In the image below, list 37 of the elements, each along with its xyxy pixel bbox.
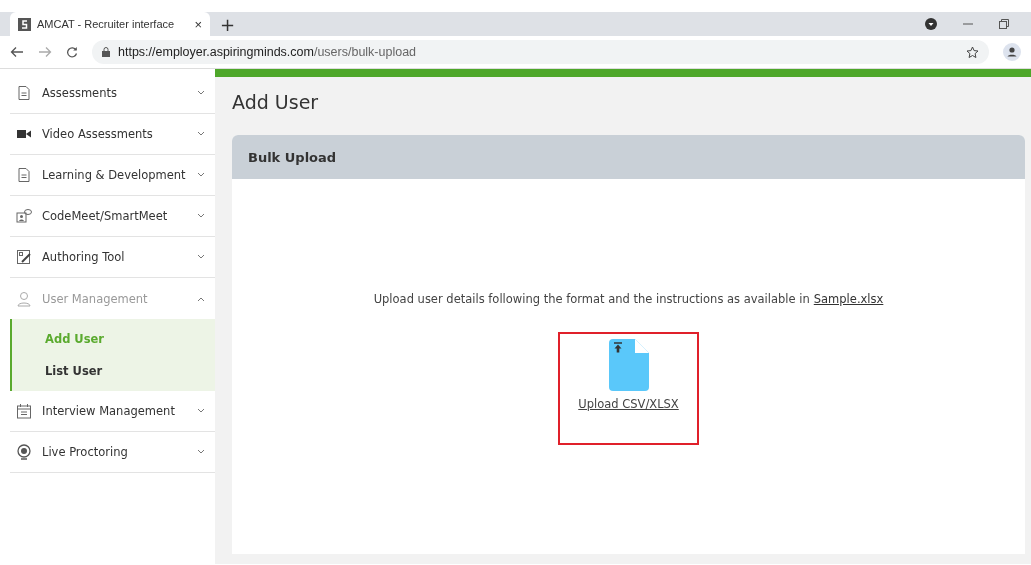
- document-icon: [16, 85, 32, 101]
- user-icon: [16, 290, 32, 307]
- url-text: https://employer.aspiringminds.com/users/bulk-upload: [118, 45, 417, 59]
- restore-icon[interactable]: [999, 19, 1009, 29]
- chevron-up-icon: [197, 295, 205, 302]
- new-tab-button[interactable]: +: [210, 12, 246, 36]
- chevron-down-icon: [197, 254, 205, 260]
- upload-link[interactable]: Upload CSV/XLSX: [578, 397, 679, 411]
- extension-icon[interactable]: [925, 18, 937, 30]
- panel-header: Bulk Upload: [232, 135, 1025, 179]
- close-tab-button[interactable]: ×: [194, 16, 202, 32]
- back-icon[interactable]: [10, 46, 24, 58]
- chevron-down-icon: [197, 408, 205, 414]
- pencil-sheet-icon: [16, 249, 32, 265]
- calendar-icon: [16, 403, 32, 419]
- star-icon[interactable]: [966, 45, 979, 59]
- reload-icon[interactable]: [66, 46, 78, 58]
- submenu-item[interactable]: List User: [12, 355, 215, 387]
- chevron-down-icon: [197, 172, 205, 178]
- chevron-down-icon: [197, 90, 205, 96]
- tab-title: AMCAT - Recruiter interface: [37, 18, 176, 30]
- lock-icon: [102, 47, 110, 57]
- browser-tab[interactable]: AMCAT - Recruiter interface ×: [10, 12, 210, 36]
- instructions-text: Upload user details following the format and the instructions as available in Sample.xlsx: [373, 292, 884, 306]
- sample-link[interactable]: Sample.xlsx: [813, 292, 884, 306]
- document-icon: [16, 167, 32, 183]
- chevron-down-icon: [197, 131, 205, 137]
- webcam-icon: [16, 444, 32, 460]
- file-upload-icon: [608, 339, 649, 391]
- address-bar[interactable]: https://employer.aspiringminds.com/users/bulk-upload: [92, 40, 989, 64]
- chevron-down-icon: [197, 213, 205, 219]
- site-logo-icon: [18, 17, 31, 31]
- upload-area[interactable]: Upload CSV/XLSX: [558, 332, 699, 445]
- page-title: Add User: [232, 91, 320, 113]
- meeting-icon: [16, 208, 32, 224]
- chevron-down-icon: [197, 449, 205, 455]
- profile-icon[interactable]: [1003, 43, 1021, 61]
